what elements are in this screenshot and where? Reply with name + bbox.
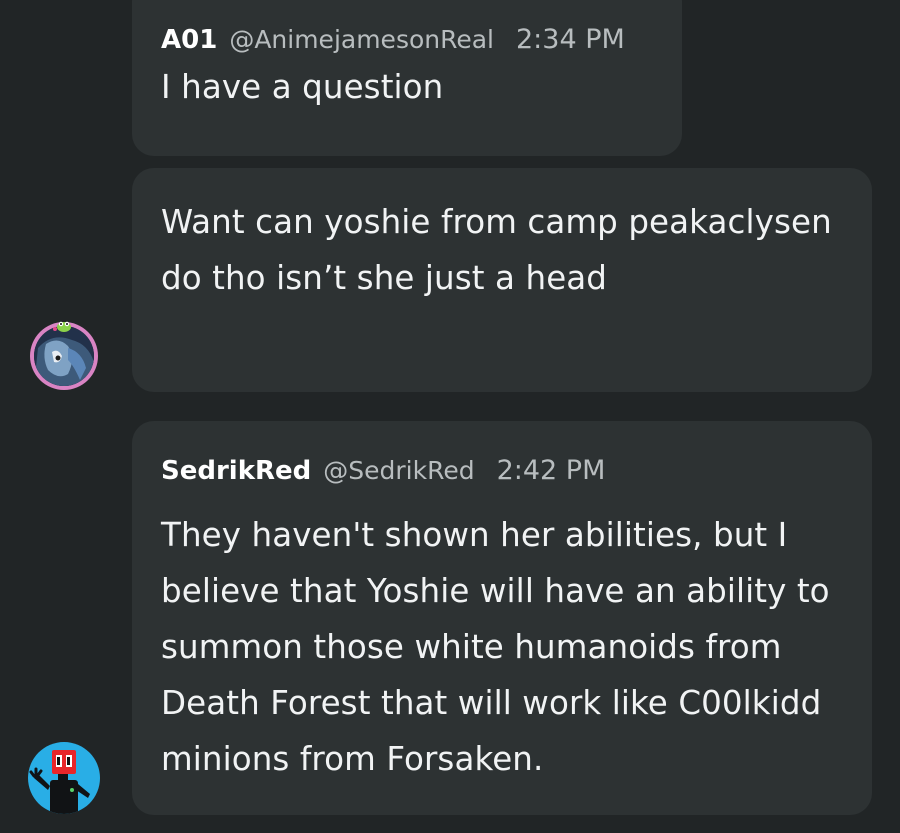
anime-character-avatar-icon [34, 326, 94, 386]
message-bubble-sedrikred[interactable]: SedrikRed @SedrikRed 2:42 PM They haven'… [132, 421, 872, 815]
author-handle[interactable]: @AnimejamesonReal [229, 25, 494, 54]
author-name[interactable]: SedrikRed [161, 456, 311, 486]
message-timestamp: 2:42 PM [496, 455, 606, 486]
message-bubble-a01-followup[interactable]: Want can yoshie from camp peakaclysen do… [132, 168, 872, 392]
message-header: A01 @AnimejamesonReal 2:34 PM [161, 24, 625, 55]
user-avatar-a01[interactable] [28, 318, 100, 390]
message-timestamp: 2:34 PM [516, 24, 625, 55]
author-handle[interactable]: @SedrikRed [323, 456, 474, 485]
message-text: Want can yoshie from camp peakaclysen do… [161, 203, 832, 297]
message-bubble-a01[interactable]: A01 @AnimejamesonReal 2:34 PM I have a q… [132, 0, 682, 156]
message-text: I have a question [161, 68, 444, 106]
author-name[interactable]: A01 [161, 25, 217, 55]
message-text: They haven't shown her abilities, but I … [161, 516, 830, 778]
message-header: SedrikRed @SedrikRed 2:42 PM [161, 455, 605, 486]
user-avatar-sedrikred[interactable] [28, 742, 100, 814]
